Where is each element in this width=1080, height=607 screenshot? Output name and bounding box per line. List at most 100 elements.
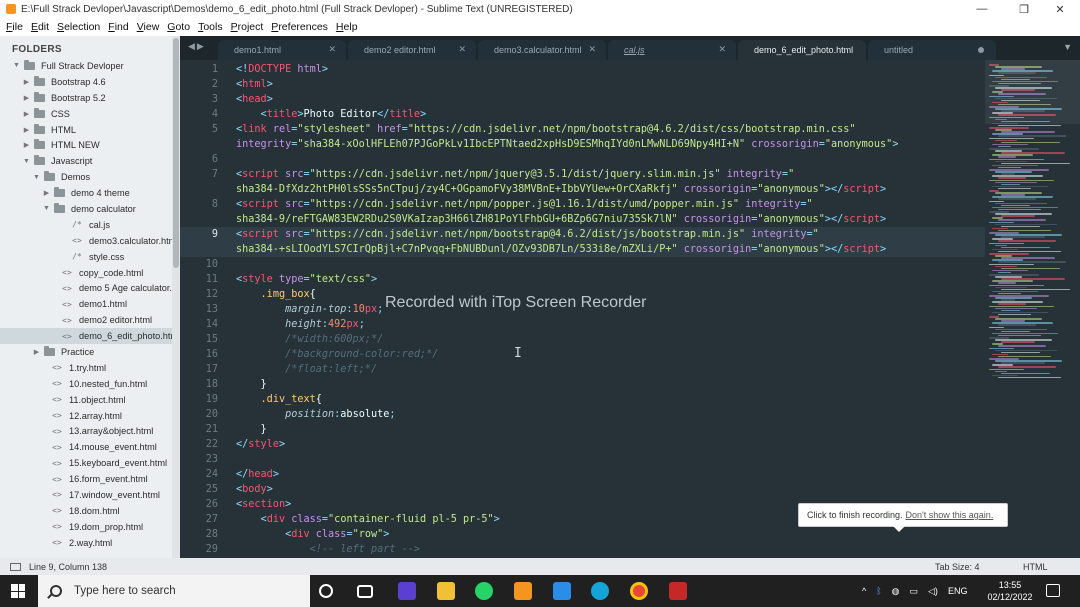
menu-item-project[interactable]: Project xyxy=(231,21,264,33)
code-line[interactable]: <section> xyxy=(236,497,291,512)
sidebar-folder[interactable]: ▶ CSS xyxy=(0,106,172,122)
windows-start-icon[interactable] xyxy=(11,584,25,598)
sidebar-file[interactable]: <> copy_code.html xyxy=(0,265,172,281)
code-line[interactable]: <script src="https://cdn.jsdelivr.net/np… xyxy=(236,167,794,182)
menu-item-file[interactable]: File xyxy=(6,21,23,33)
sidebar-file[interactable]: <> 11.object.html xyxy=(0,392,172,408)
tab-4[interactable]: demo_6_edit_photo.html xyxy=(738,40,866,60)
sidebar-scrollbar[interactable] xyxy=(172,36,180,558)
sidebar-folder[interactable]: ▼ Demos xyxy=(0,169,172,185)
sidebar-folder[interactable]: ▶ HTML NEW xyxy=(0,137,172,153)
code-line[interactable]: <body> xyxy=(236,482,273,497)
sidebar-folder[interactable]: ▶ HTML xyxy=(0,122,172,138)
code-line[interactable]: /*background-color:red;*/ xyxy=(236,347,438,362)
code-line[interactable]: </style> xyxy=(236,437,285,452)
chevron-down-icon[interactable]: ▼ xyxy=(32,174,41,181)
sidebar-folder[interactable]: ▶ Bootstrap 4.6 xyxy=(0,74,172,90)
sidebar-folder[interactable]: ▶ demo 4 theme xyxy=(0,185,172,201)
code-line[interactable]: <title>Photo Editor</title> xyxy=(236,107,427,122)
code-line[interactable]: <script src="https://cdn.jsdelivr.net/np… xyxy=(236,227,819,242)
code-line[interactable]: sha384-DfXdz2htPH0lsSSs5nCTpuj/zy4C+OGpa… xyxy=(236,182,886,197)
sublime-text-icon[interactable] xyxy=(514,582,532,600)
code-line[interactable]: <script src="https://cdn.jsdelivr.net/np… xyxy=(236,197,813,212)
code-line[interactable]: </head> xyxy=(236,467,279,482)
sidebar-file[interactable]: <> 18.dom.html xyxy=(0,503,172,519)
code-line[interactable]: height:492px; xyxy=(236,317,365,332)
close-tab-icon[interactable]: ✕ xyxy=(328,44,336,55)
sidebar-folder[interactable]: ▼ Full Strack Devloper xyxy=(0,58,172,74)
code-line[interactable]: /*float:left;*/ xyxy=(236,362,377,377)
code-line[interactable]: integrity="sha384-xOolHFLEh07PJGoPkLv1Ib… xyxy=(236,137,898,152)
sidebar-file[interactable]: <> 1.try.html xyxy=(0,360,172,376)
edge-icon[interactable] xyxy=(591,582,609,600)
sidebar-scrollbar-thumb[interactable] xyxy=(173,38,179,268)
chevron-right-icon[interactable]: ▶ xyxy=(22,141,31,149)
network-icon[interactable]: ◍ xyxy=(892,586,900,597)
code-line[interactable]: <div class="row"> xyxy=(236,527,389,542)
code-editor[interactable]: 1 <!DOCTYPE html> 2 <html> 3 <head> 4 <title>P… xyxy=(180,60,985,558)
menu-item-help[interactable]: Help xyxy=(336,21,358,33)
panel-toggle-icon[interactable] xyxy=(10,562,21,571)
sidebar-folder[interactable]: ▼ Javascript xyxy=(0,153,172,169)
volume-icon[interactable]: ◁) xyxy=(928,586,938,597)
screen-recorder-icon[interactable] xyxy=(669,582,687,600)
menu-item-view[interactable]: View xyxy=(137,21,160,33)
sidebar-folder[interactable]: ▶ Practice xyxy=(0,344,172,360)
vscode-icon[interactable] xyxy=(553,582,571,600)
chevron-right-icon[interactable]: ▶ xyxy=(22,110,31,118)
chevron-down-icon[interactable]: ▼ xyxy=(22,158,31,165)
code-line[interactable]: <!-- left part --> xyxy=(236,542,420,557)
code-line[interactable]: <style type="text/css"> xyxy=(236,272,377,287)
menu-item-preferences[interactable]: Preferences xyxy=(271,21,328,33)
chevron-down-icon[interactable]: ▼ xyxy=(42,205,51,212)
sidebar-file[interactable]: <> demo_6_edit_photo.htm xyxy=(0,328,172,345)
bluetooth-icon[interactable]: ᛒ xyxy=(876,586,881,596)
syntax-selector[interactable]: HTML xyxy=(1023,562,1048,572)
code-line[interactable]: margin-top:10px; xyxy=(236,302,383,317)
task-view-icon[interactable] xyxy=(357,585,373,598)
chevron-right-icon[interactable]: ▶ xyxy=(42,189,51,197)
sidebar-folder[interactable]: ▶ Bootstrap 5.2 xyxy=(0,90,172,106)
maximize-button[interactable]: ❐ xyxy=(1008,0,1040,18)
file-explorer-icon[interactable] xyxy=(437,582,455,600)
code-line[interactable]: } xyxy=(236,422,267,437)
code-line[interactable]: .img_box{ xyxy=(236,287,316,302)
battery-icon[interactable]: ▭ xyxy=(910,586,919,597)
tab-3[interactable]: cal.js ✕ xyxy=(608,40,736,60)
code-line[interactable]: <div class="container-fluid pl-5 pr-5"> xyxy=(236,512,500,527)
close-tab-icon[interactable]: ✕ xyxy=(458,44,466,55)
code-line[interactable]: } xyxy=(236,377,267,392)
menu-item-goto[interactable]: Goto xyxy=(167,21,190,33)
cortana-icon[interactable] xyxy=(319,584,333,598)
taskbar-search[interactable]: Type here to search xyxy=(38,575,310,607)
code-line[interactable]: <head> xyxy=(236,92,273,107)
unsaved-dot-icon[interactable] xyxy=(978,47,984,53)
code-line[interactable]: /*width:600px;*/ xyxy=(236,332,383,347)
code-line[interactable]: <html> xyxy=(236,77,273,92)
tab-5[interactable]: untitled xyxy=(868,40,996,60)
chevron-right-icon[interactable]: ▶ xyxy=(32,348,41,356)
code-line[interactable]: <link rel="stylesheet" href="https://cdn… xyxy=(236,122,856,137)
sidebar-file[interactable]: /* style.css xyxy=(0,249,172,265)
menu-item-find[interactable]: Find xyxy=(108,21,128,33)
notifications-icon[interactable] xyxy=(1046,584,1060,597)
code-line[interactable]: .div_text{ xyxy=(236,392,322,407)
menu-item-selection[interactable]: Selection xyxy=(57,21,100,33)
chrome-icon[interactable] xyxy=(630,582,648,600)
close-tab-icon[interactable]: ✕ xyxy=(588,44,596,55)
language-indicator[interactable]: ENG xyxy=(948,586,968,596)
sidebar-folder[interactable]: ▼ demo calculator xyxy=(0,201,172,217)
sidebar-file[interactable]: <> demo1.html xyxy=(0,296,172,312)
close-tab-icon[interactable]: ✕ xyxy=(718,44,726,55)
tab-size[interactable]: Tab Size: 4 xyxy=(935,562,980,572)
sidebar-file[interactable]: <> 17.window_event.html xyxy=(0,487,172,503)
chevron-right-icon[interactable]: ▶ xyxy=(22,78,31,86)
tab-0[interactable]: demo1.html ✕ xyxy=(218,40,346,60)
sidebar-file[interactable]: <> 10.nested_fun.html xyxy=(0,376,172,392)
phpstorm-app-icon[interactable] xyxy=(398,582,416,600)
sidebar-file[interactable]: <> demo2 editor.html xyxy=(0,312,172,328)
sidebar-file[interactable]: <> 14.mouse_event.html xyxy=(0,439,172,455)
dont-show-again-link[interactable]: Don't show this again. xyxy=(906,510,994,520)
code-line[interactable]: position:absolute; xyxy=(236,407,395,422)
sidebar-file[interactable]: <> 13.array&object.html xyxy=(0,423,172,439)
